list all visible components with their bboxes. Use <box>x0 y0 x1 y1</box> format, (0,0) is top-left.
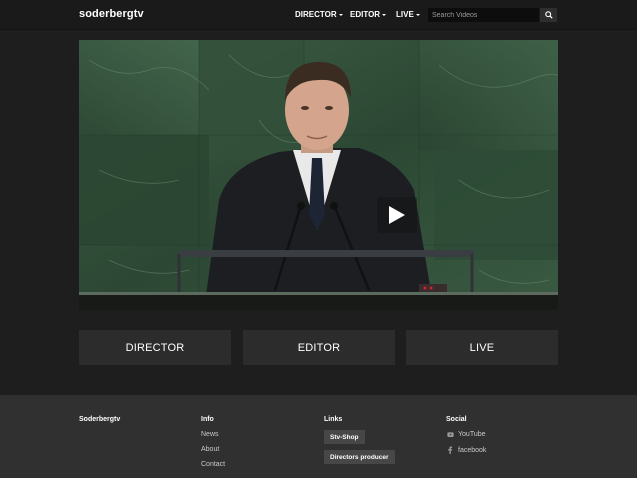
footer-link-news[interactable]: News <box>201 431 219 438</box>
nav-editor[interactable]: EDITOR <box>350 10 387 19</box>
video-player[interactable] <box>79 40 558 310</box>
play-button[interactable] <box>377 197 417 233</box>
category-editor-button[interactable]: EDITOR <box>243 330 395 365</box>
footer-tag-stv-shop[interactable]: Stv-Shop <box>324 430 365 444</box>
nav-live-label: LIVE <box>396 10 414 19</box>
top-navbar: soderbergtv DIRECTOR EDITOR LIVE <box>0 0 637 30</box>
youtube-label: YouTube <box>458 431 486 438</box>
facebook-icon <box>446 446 454 454</box>
category-live-button[interactable]: LIVE <box>406 330 558 365</box>
youtube-icon <box>446 431 454 438</box>
search-button[interactable] <box>540 8 557 22</box>
footer-social-heading: Social <box>446 416 467 423</box>
footer-brand: Soderbergtv <box>79 416 121 423</box>
nav-live[interactable]: LIVE <box>396 10 420 19</box>
facebook-label: facebook <box>458 446 487 454</box>
play-icon <box>389 206 405 224</box>
footer-social-facebook[interactable]: facebook <box>446 446 486 454</box>
nav-editor-label: EDITOR <box>350 10 381 19</box>
footer-social-youtube[interactable]: YouTube <box>446 431 486 438</box>
search-input[interactable] <box>428 8 539 22</box>
caret-down-icon <box>415 13 420 16</box>
nav-director-label: DIRECTOR <box>295 10 337 19</box>
footer <box>0 395 637 478</box>
footer-info-heading: Info <box>201 416 214 423</box>
search-icon <box>544 11 553 19</box>
video-thumbnail <box>79 40 558 310</box>
caret-down-icon <box>382 13 387 16</box>
category-director-button[interactable]: DIRECTOR <box>79 330 231 365</box>
footer-link-about[interactable]: About <box>201 446 219 453</box>
caret-down-icon <box>338 13 343 16</box>
footer-tag-directors-producer[interactable]: Directors producer <box>324 450 395 464</box>
site-logo[interactable]: soderbergtv <box>79 8 144 20</box>
nav-director[interactable]: DIRECTOR <box>295 10 343 19</box>
footer-links-heading: Links <box>324 416 343 423</box>
footer-link-contact[interactable]: Contact <box>201 461 225 468</box>
